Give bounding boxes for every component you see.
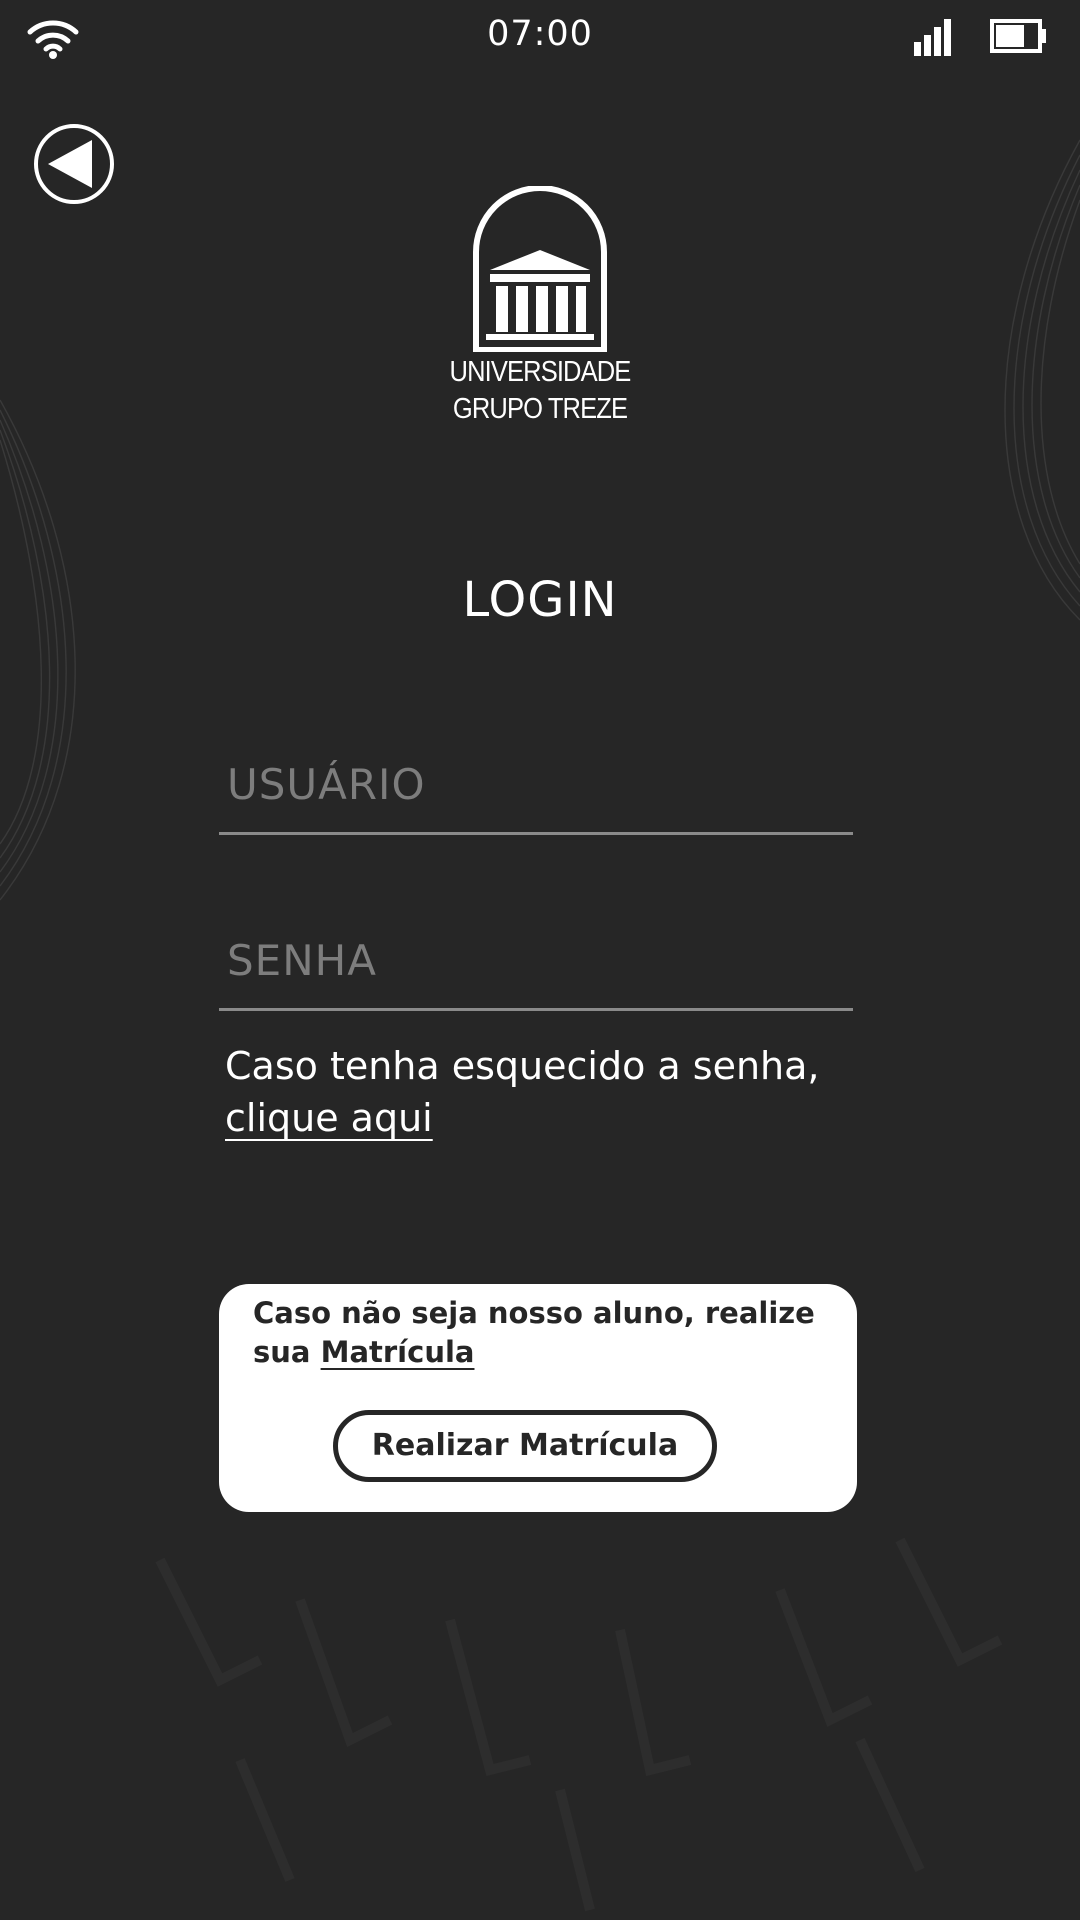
username-input[interactable] <box>219 740 853 828</box>
login-screen: 07:00 UNIVERSIDADE GRUPO TREZE LOGIN USU… <box>0 0 1080 1920</box>
back-arrow-icon <box>48 140 92 188</box>
forgot-password-link[interactable]: clique aqui <box>225 1096 433 1140</box>
enroll-link[interactable]: Matrícula <box>321 1335 475 1369</box>
password-underline <box>219 1008 853 1011</box>
status-bar: 07:00 <box>0 0 1080 72</box>
enroll-card: Caso não seja nosso aluno, realize sua M… <box>219 1284 857 1512</box>
forgot-password-label: Caso tenha esquecido a senha, <box>225 1044 820 1088</box>
university-building-icon <box>473 186 607 352</box>
username-underline <box>219 832 853 835</box>
page-title: LOGIN <box>462 572 618 628</box>
battery-icon <box>990 19 1046 53</box>
signal-icon <box>914 19 951 56</box>
enroll-card-text: Caso não seja nosso aluno, realize sua M… <box>253 1294 833 1372</box>
password-field-group <box>219 916 853 1016</box>
username-field-group <box>219 740 853 840</box>
forgot-password-text: Caso tenha esquecido a senha, clique aqu… <box>225 1040 865 1144</box>
enroll-button[interactable]: Realizar Matrícula <box>333 1410 717 1482</box>
password-input[interactable] <box>219 916 853 1004</box>
logo-text-line2: GRUPO TREZE <box>452 393 628 425</box>
back-button[interactable] <box>32 122 116 206</box>
logo-text-line1: UNIVERSIDADE <box>449 356 632 388</box>
